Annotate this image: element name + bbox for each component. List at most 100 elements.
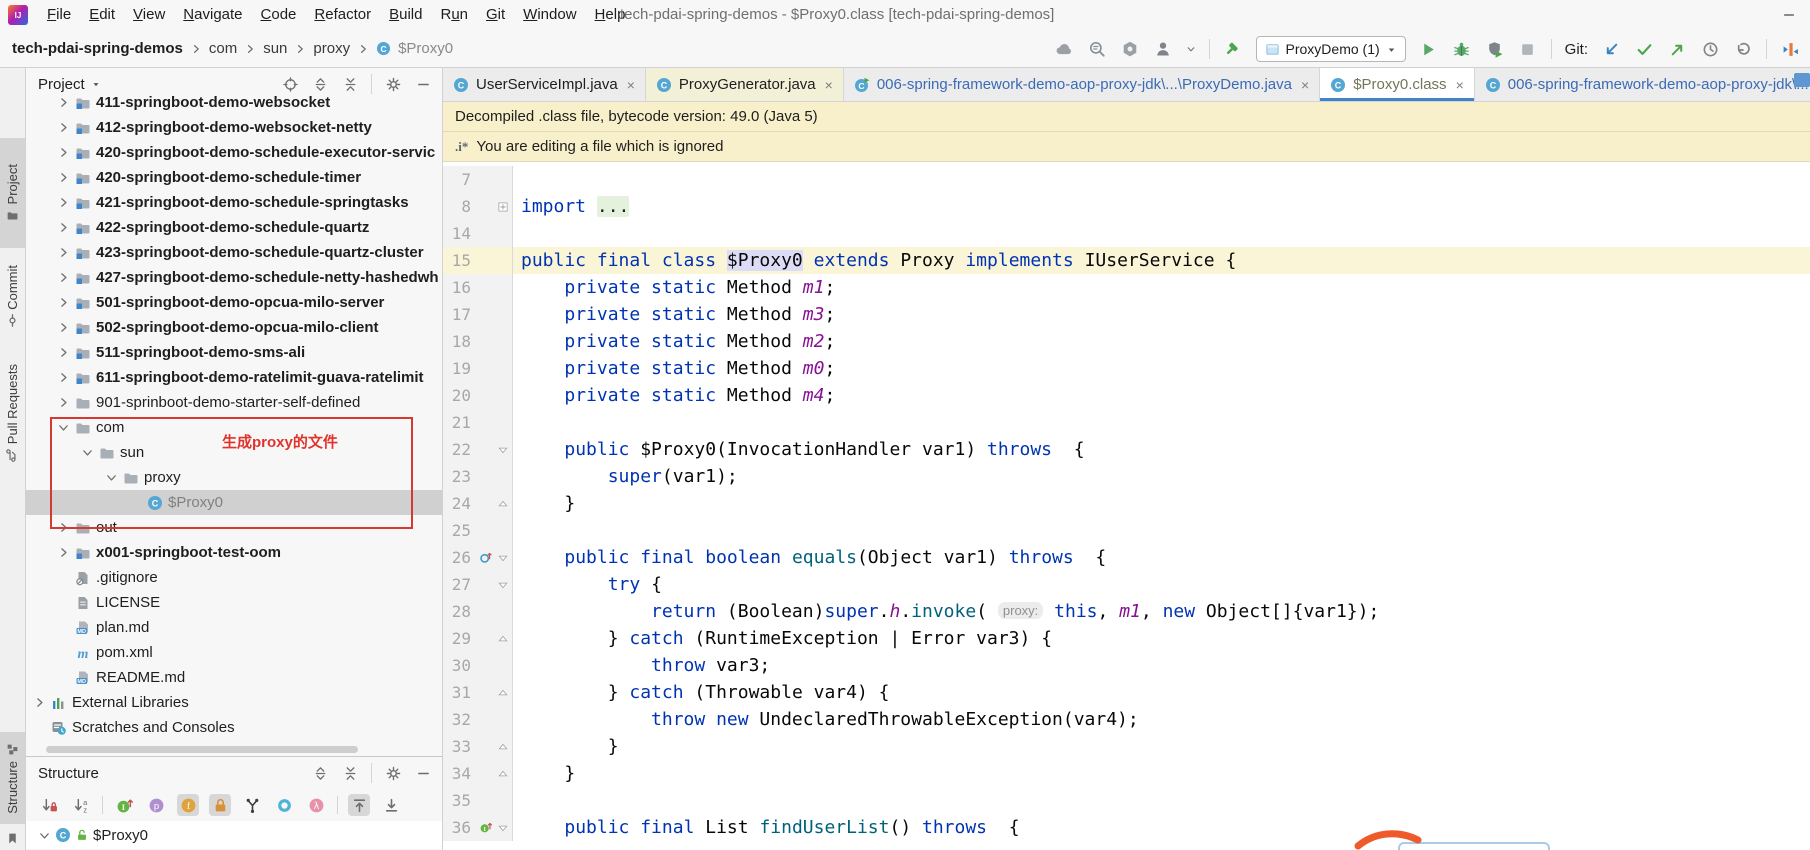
- code-line[interactable]: 32 throw new UndeclaredThrowableExceptio…: [443, 706, 1810, 733]
- structure-root-item[interactable]: C $Proxy0: [26, 821, 442, 849]
- show-tree-icon[interactable]: [241, 794, 263, 816]
- tree-toggle[interactable]: [53, 293, 73, 313]
- close-icon[interactable]: ×: [1456, 77, 1464, 93]
- tree-toggle[interactable]: [77, 443, 97, 463]
- tree-toggle[interactable]: [29, 693, 49, 713]
- gutter-fold-cell[interactable]: [477, 625, 513, 652]
- tree-item[interactable]: x001-springboot-test-oom: [26, 540, 442, 565]
- editor-tab[interactable]: C 006-spring-framework-demo-aop-proxy-jdk…: [1475, 68, 1810, 101]
- tree-toggle[interactable]: [53, 368, 73, 388]
- code-line[interactable]: 8 import ...: [443, 193, 1810, 220]
- menu-item-navigate[interactable]: Navigate: [174, 0, 251, 30]
- code-line[interactable]: 20 private static Method m4;: [443, 382, 1810, 409]
- show-lambdas-icon[interactable]: λ: [305, 794, 327, 816]
- tree-item[interactable]: 420-springboot-demo-schedule-timer: [26, 165, 442, 190]
- debug-button[interactable]: [1452, 39, 1472, 59]
- tree-toggle[interactable]: [53, 268, 73, 288]
- tree-toggle[interactable]: [101, 468, 121, 488]
- tree-item[interactable]: proxy: [26, 465, 442, 490]
- cloud-icon[interactable]: [1054, 39, 1074, 59]
- close-icon[interactable]: ×: [1301, 77, 1309, 93]
- code-line[interactable]: 36 I public final List findUserList() thr…: [443, 814, 1810, 841]
- breadcrumb-item[interactable]: proxy: [313, 40, 350, 57]
- code-line[interactable]: 29 } catch (RuntimeException | Error var…: [443, 625, 1810, 652]
- menu-item-git[interactable]: Git: [477, 0, 514, 30]
- breadcrumb-item[interactable]: tech-pdai-spring-demos: [12, 40, 183, 57]
- tree-toggle[interactable]: [53, 143, 73, 163]
- code-line[interactable]: 28 return (Boolean)super.h.invoke( proxy…: [443, 598, 1810, 625]
- tree-item[interactable]: 901-sprinboot-demo-starter-self-defined: [26, 390, 442, 415]
- horizontal-scrollbar[interactable]: [46, 746, 358, 753]
- tool-window-button-project[interactable]: Project: [0, 138, 25, 248]
- code-line[interactable]: 7: [443, 166, 1810, 193]
- tree-item[interactable]: 420-springboot-demo-schedule-executor-se…: [26, 140, 442, 165]
- menu-item-run[interactable]: Run: [431, 0, 477, 30]
- tree-item[interactable]: m pom.xml: [26, 640, 442, 665]
- stop-button[interactable]: [1518, 39, 1538, 59]
- tree-item[interactable]: .gitignore: [26, 565, 442, 590]
- show-anonymous-icon[interactable]: [273, 794, 295, 816]
- code-area[interactable]: 7 8 import ... 14 15 public final class $Prox…: [443, 162, 1810, 850]
- tree-item[interactable]: External Libraries: [26, 690, 442, 715]
- profile-chevron-icon[interactable]: [1186, 44, 1196, 54]
- profile-icon[interactable]: [1153, 39, 1173, 59]
- code-line[interactable]: 16 private static Method m1;: [443, 274, 1810, 301]
- tree-item[interactable]: C $Proxy0: [26, 490, 442, 515]
- sort-alpha-icon[interactable]: az: [70, 794, 92, 816]
- show-non-public-icon[interactable]: [209, 794, 231, 816]
- menu-item-code[interactable]: Code: [252, 0, 306, 30]
- tree-toggle[interactable]: [53, 93, 73, 113]
- show-properties-icon[interactable]: p: [145, 794, 167, 816]
- show-fields-icon[interactable]: f: [177, 794, 199, 816]
- coverage-button[interactable]: [1485, 39, 1505, 59]
- code-line[interactable]: 33 }: [443, 733, 1810, 760]
- tree-item[interactable]: out: [26, 515, 442, 540]
- tree-item[interactable]: MD plan.md: [26, 615, 442, 640]
- code-line[interactable]: 26 public final boolean equals(Object va…: [443, 544, 1810, 571]
- tree-item[interactable]: 412-springboot-demo-websocket-netty: [26, 115, 442, 140]
- code-line[interactable]: 18 private static Method m2;: [443, 328, 1810, 355]
- tree-toggle[interactable]: [53, 518, 73, 538]
- menu-item-view[interactable]: View: [124, 0, 174, 30]
- tree-item[interactable]: 423-springboot-demo-schedule-quartz-clus…: [26, 240, 442, 265]
- gutter-fold-cell[interactable]: [477, 733, 513, 760]
- tree-toggle[interactable]: [53, 168, 73, 188]
- code-line[interactable]: 19 private static Method m0;: [443, 355, 1810, 382]
- editor-tab[interactable]: C ProxyGenerator.java ×: [645, 68, 844, 101]
- collapse-all-icon[interactable]: [341, 764, 359, 782]
- expand-all-icon[interactable]: [311, 764, 329, 782]
- code-line[interactable]: 17 private static Method m3;: [443, 301, 1810, 328]
- git-rollback-icon[interactable]: [1733, 39, 1753, 59]
- editor-tab[interactable]: C UserServiceImpl.java ×: [443, 68, 646, 101]
- menu-item-file[interactable]: File: [38, 0, 80, 30]
- code-line[interactable]: 31 } catch (Throwable var4) {: [443, 679, 1810, 706]
- tree-item[interactable]: 422-springboot-demo-schedule-quartz: [26, 215, 442, 240]
- close-icon[interactable]: ×: [825, 77, 833, 93]
- git-history-icon[interactable]: [1700, 39, 1720, 59]
- code-line[interactable]: 21: [443, 409, 1810, 436]
- hide-icon[interactable]: [414, 764, 432, 782]
- gutter-fold-cell[interactable]: [477, 571, 513, 598]
- show-inherited-icon[interactable]: I: [113, 794, 135, 816]
- tree-item[interactable]: Scratches and Consoles: [26, 715, 442, 740]
- run-config-combo[interactable]: ProxyDemo (1): [1255, 36, 1406, 62]
- breadcrumb-item[interactable]: sun: [263, 40, 287, 57]
- tree-item[interactable]: 421-springboot-demo-schedule-springtasks: [26, 190, 442, 215]
- tree-item[interactable]: 427-springboot-demo-schedule-netty-hashe…: [26, 265, 442, 290]
- tree-toggle[interactable]: [53, 218, 73, 238]
- code-line[interactable]: 35: [443, 787, 1810, 814]
- autoscroll-from-source-icon[interactable]: [380, 794, 402, 816]
- tree-toggle[interactable]: [53, 418, 73, 438]
- code-line[interactable]: 23 super(var1);: [443, 463, 1810, 490]
- run-button[interactable]: [1419, 39, 1439, 59]
- git-commit-icon[interactable]: [1634, 39, 1654, 59]
- restore-layout-icon[interactable]: [1780, 39, 1800, 59]
- menu-item-refactor[interactable]: Refactor: [305, 0, 380, 30]
- tree-toggle[interactable]: [53, 543, 73, 563]
- tree-item[interactable]: 502-springboot-demo-opcua-milo-client: [26, 315, 442, 340]
- tree-item[interactable]: MD README.md: [26, 665, 442, 690]
- tree-toggle[interactable]: [53, 243, 73, 263]
- tree-toggle[interactable]: [53, 393, 73, 413]
- code-line[interactable]: 25: [443, 517, 1810, 544]
- git-pull-icon[interactable]: [1601, 39, 1621, 59]
